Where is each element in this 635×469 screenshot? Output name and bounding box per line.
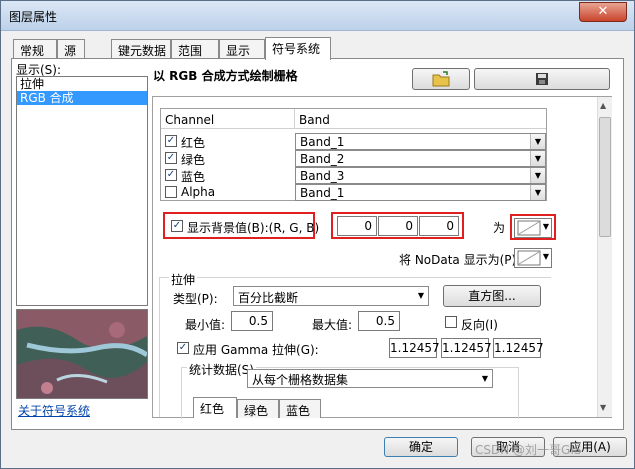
renderer-list[interactable]: 拉伸 RGB 合成 bbox=[16, 76, 148, 306]
channel-checkbox[interactable]: ✓ bbox=[165, 152, 177, 164]
table-row: ✓ 绿色 Band_2 ▼ bbox=[161, 150, 546, 167]
save-icon bbox=[536, 73, 548, 85]
chevron-down-icon[interactable]: ▼ bbox=[530, 185, 545, 200]
background-b-input[interactable]: 0 bbox=[419, 216, 459, 236]
chevron-down-icon[interactable]: ▼ bbox=[543, 222, 549, 231]
band-dropdown[interactable]: Band_2 ▼ bbox=[295, 150, 546, 167]
tab-extent[interactable]: 范围 bbox=[171, 39, 219, 59]
nodata-label: 将 NoData 显示为(P) bbox=[399, 253, 517, 267]
vertical-scrollbar[interactable]: ▲ ▼ bbox=[597, 97, 612, 417]
statistics-dropdown[interactable]: 从每个栅格数据集 ▼ bbox=[247, 369, 493, 388]
layer-properties-dialog: 图层属性 ✕ 常规 源 键元数据 范围 显示 符号系统 显示(S): 拉伸 RG… bbox=[0, 0, 635, 469]
no-color-swatch-icon bbox=[517, 220, 541, 236]
tab-symbology[interactable]: 符号系统 bbox=[265, 37, 331, 60]
band-dropdown[interactable]: Band_1 ▼ bbox=[295, 133, 546, 150]
col-header-channel: Channel bbox=[165, 113, 215, 127]
stat-tab-green[interactable]: 绿色 bbox=[237, 399, 279, 418]
raster-preview-image bbox=[16, 309, 148, 399]
window-title: 图层属性 bbox=[9, 10, 58, 24]
table-row: Alpha Band_1 ▼ bbox=[161, 184, 546, 201]
gamma-checkbox[interactable]: ✓ bbox=[177, 342, 189, 354]
show-background-label: 显示背景值(B):(R, G, B) bbox=[187, 221, 320, 235]
tab-key-metadata[interactable]: 键元数据 bbox=[111, 39, 171, 59]
stat-tab-red[interactable]: 红色 bbox=[193, 397, 237, 418]
channel-checkbox[interactable] bbox=[165, 186, 177, 198]
stat-tab-blue[interactable]: 蓝色 bbox=[279, 399, 321, 418]
band-table: Channel Band ✓ 红色 Band_1 ▼ ✓ 绿色 Band_2 ▼… bbox=[160, 108, 547, 201]
background-g-input[interactable]: 0 bbox=[378, 216, 418, 236]
chevron-down-icon[interactable]: ▼ bbox=[530, 151, 545, 166]
table-row: ✓ 红色 Band_1 ▼ bbox=[161, 133, 546, 150]
stretch-type-dropdown[interactable]: 百分比截断 ▼ bbox=[233, 286, 429, 306]
band-dropdown[interactable]: Band_1 ▼ bbox=[295, 184, 546, 201]
as-label: 为 bbox=[493, 221, 506, 235]
channel-checkbox[interactable]: ✓ bbox=[165, 169, 177, 181]
channel-name: 蓝色 bbox=[181, 170, 206, 184]
gamma-blue-input[interactable]: 1.12457 bbox=[493, 338, 544, 358]
nodata-color-picker[interactable]: ▼ bbox=[514, 248, 552, 268]
title-bar: 图层属性 ✕ bbox=[1, 1, 634, 31]
invert-label: 反向(I) bbox=[461, 318, 498, 332]
band-table-header: Channel Band bbox=[161, 109, 546, 129]
scroll-thumb[interactable] bbox=[599, 117, 611, 237]
background-r-input[interactable]: 0 bbox=[337, 216, 377, 236]
open-folder-button[interactable] bbox=[412, 68, 470, 90]
band-dropdown[interactable]: Band_3 ▼ bbox=[295, 167, 546, 184]
scroll-down-icon[interactable]: ▼ bbox=[600, 403, 606, 412]
about-symbology-link[interactable]: 关于符号系统 bbox=[18, 402, 90, 419]
invert-checkbox[interactable] bbox=[445, 316, 457, 328]
stretch-type-label: 类型(P): bbox=[173, 292, 218, 306]
gamma-red-input[interactable]: 1.12457 bbox=[389, 338, 440, 358]
col-header-band: Band bbox=[299, 113, 330, 127]
folder-icon bbox=[432, 71, 450, 87]
channel-name: 红色 bbox=[181, 136, 206, 150]
chevron-down-icon[interactable]: ▼ bbox=[482, 374, 488, 383]
ok-button[interactable]: 确定 bbox=[384, 437, 458, 457]
renderer-item-rgb[interactable]: RGB 合成 bbox=[17, 91, 147, 105]
stretch-group-label: 拉伸 bbox=[169, 271, 198, 288]
channel-checkbox[interactable]: ✓ bbox=[165, 135, 177, 147]
max-value-input[interactable]: 0.5 bbox=[358, 311, 400, 331]
channel-name: 绿色 bbox=[181, 153, 206, 167]
chevron-down-icon[interactable]: ▼ bbox=[543, 252, 549, 261]
background-color-picker[interactable]: ▼ bbox=[514, 218, 552, 238]
close-button[interactable]: ✕ bbox=[579, 2, 627, 22]
histogram-button[interactable]: 直方图... bbox=[443, 285, 541, 307]
channel-name: Alpha bbox=[181, 185, 216, 199]
gamma-label: 应用 Gamma 拉伸(G): bbox=[193, 343, 319, 357]
chevron-down-icon[interactable]: ▼ bbox=[530, 134, 545, 149]
save-style-button[interactable] bbox=[474, 68, 610, 90]
table-row: ✓ 蓝色 Band_3 ▼ bbox=[161, 167, 546, 184]
min-label: 最小值: bbox=[185, 318, 226, 332]
watermark: CSDN @刘一哥GIS bbox=[475, 443, 582, 457]
statistics-label: 统计数据(S) bbox=[187, 361, 256, 378]
tab-source[interactable]: 源 bbox=[57, 39, 85, 59]
renderer-title: 以 RGB 合成方式绘制栅格 bbox=[153, 69, 298, 83]
scroll-up-icon[interactable]: ▲ bbox=[600, 101, 606, 110]
chevron-down-icon[interactable]: ▼ bbox=[530, 168, 545, 183]
max-label: 最大值: bbox=[312, 318, 353, 332]
tab-display[interactable]: 显示 bbox=[219, 39, 265, 59]
chevron-down-icon[interactable]: ▼ bbox=[418, 291, 424, 300]
tab-general[interactable]: 常规 bbox=[13, 39, 57, 59]
no-color-swatch-icon bbox=[517, 250, 541, 266]
show-background-checkbox[interactable]: ✓ bbox=[171, 220, 183, 232]
min-value-input[interactable]: 0.5 bbox=[231, 311, 273, 331]
renderer-item-stretch[interactable]: 拉伸 bbox=[17, 77, 147, 91]
gamma-green-input[interactable]: 1.12457 bbox=[441, 338, 492, 358]
